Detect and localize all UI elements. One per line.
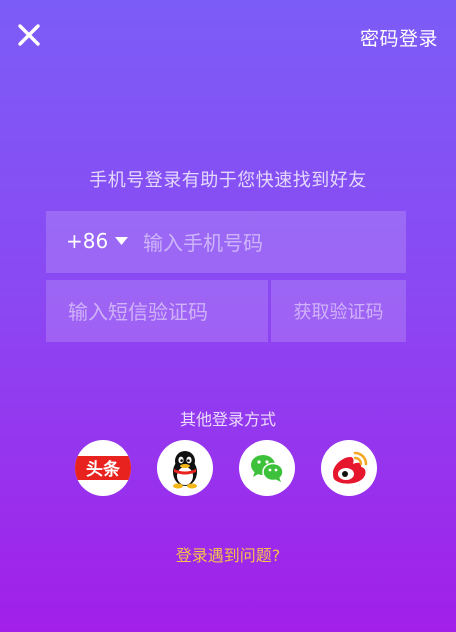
toutiao-logo-text: 头条: [86, 459, 121, 480]
country-code-label: +86: [66, 229, 109, 253]
password-login-link[interactable]: 密码登录: [360, 24, 438, 51]
phone-number-input[interactable]: [141, 226, 395, 260]
wechat-login-button[interactable]: [239, 440, 295, 496]
sms-code-field: [46, 280, 268, 342]
country-code-selector[interactable]: +86: [66, 229, 129, 253]
caret-down-icon: [115, 236, 129, 245]
get-code-button[interactable]: 获取验证码: [271, 280, 406, 342]
close-icon: [18, 24, 40, 46]
toutiao-icon: 头条: [75, 456, 131, 480]
weibo-icon: [333, 451, 368, 484]
qq-icon: [173, 451, 197, 489]
phone-field: +86: [46, 211, 406, 273]
other-login-label: 其他登录方式: [179, 410, 276, 429]
login-hint-text: 手机号登录有助于您快速找到好友: [89, 170, 367, 191]
wechat-icon: [251, 455, 284, 482]
toutiao-login-button[interactable]: 头条: [75, 440, 131, 496]
login-problem-link[interactable]: 登录遇到问题?: [0, 542, 456, 566]
qq-login-button[interactable]: [157, 440, 213, 496]
weibo-login-button[interactable]: [321, 440, 377, 496]
close-button[interactable]: [14, 20, 44, 50]
sms-code-input[interactable]: [66, 295, 260, 329]
